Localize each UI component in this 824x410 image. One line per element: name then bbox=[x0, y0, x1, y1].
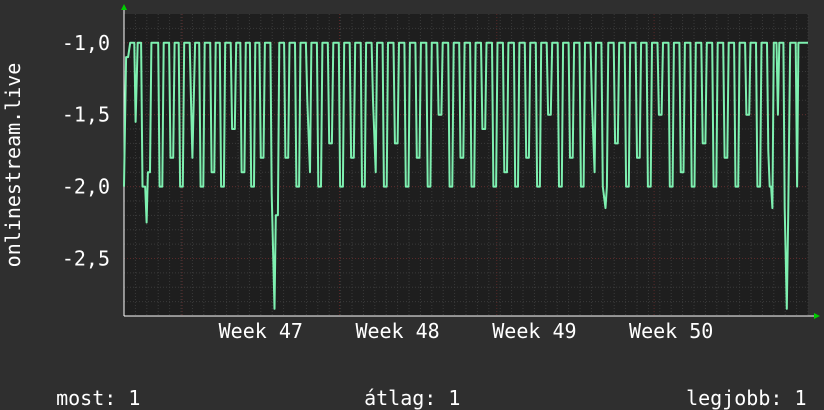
legend-max-label: legjobb: bbox=[686, 386, 783, 410]
y-axis-label: onlinestream.live bbox=[1, 63, 25, 268]
x-axis-arrow-icon bbox=[814, 313, 820, 319]
legend-average-value: 1 bbox=[448, 386, 461, 410]
legend-max: legjobb: 1 bbox=[662, 362, 807, 410]
legend-max-value: 1 bbox=[794, 386, 807, 410]
legend-average-label: átlag: bbox=[364, 386, 437, 410]
legend-average: átlag: 1 bbox=[340, 362, 460, 410]
x-tick-label: Week 49 bbox=[492, 319, 576, 343]
chart: -1,0 -1,5 -2,0 -2,5 Week 47 Week 48 Week 49 Wee… bbox=[1, 4, 820, 343]
x-tick-label: Week 50 bbox=[629, 319, 713, 343]
y-tick-label: -1,0 bbox=[62, 31, 110, 55]
legend-current: most: 1 bbox=[32, 362, 140, 410]
y-tick-label: -1,5 bbox=[62, 103, 110, 127]
legend-current-label: most: bbox=[56, 386, 117, 410]
x-tick-label: Week 48 bbox=[355, 319, 439, 343]
y-tick-label: -2,0 bbox=[62, 175, 110, 199]
y-tick-label: -2,5 bbox=[62, 246, 110, 270]
y-axis-arrow-icon bbox=[121, 4, 127, 10]
legend-current-value: 1 bbox=[128, 386, 141, 410]
x-tick-label: Week 47 bbox=[219, 319, 303, 343]
